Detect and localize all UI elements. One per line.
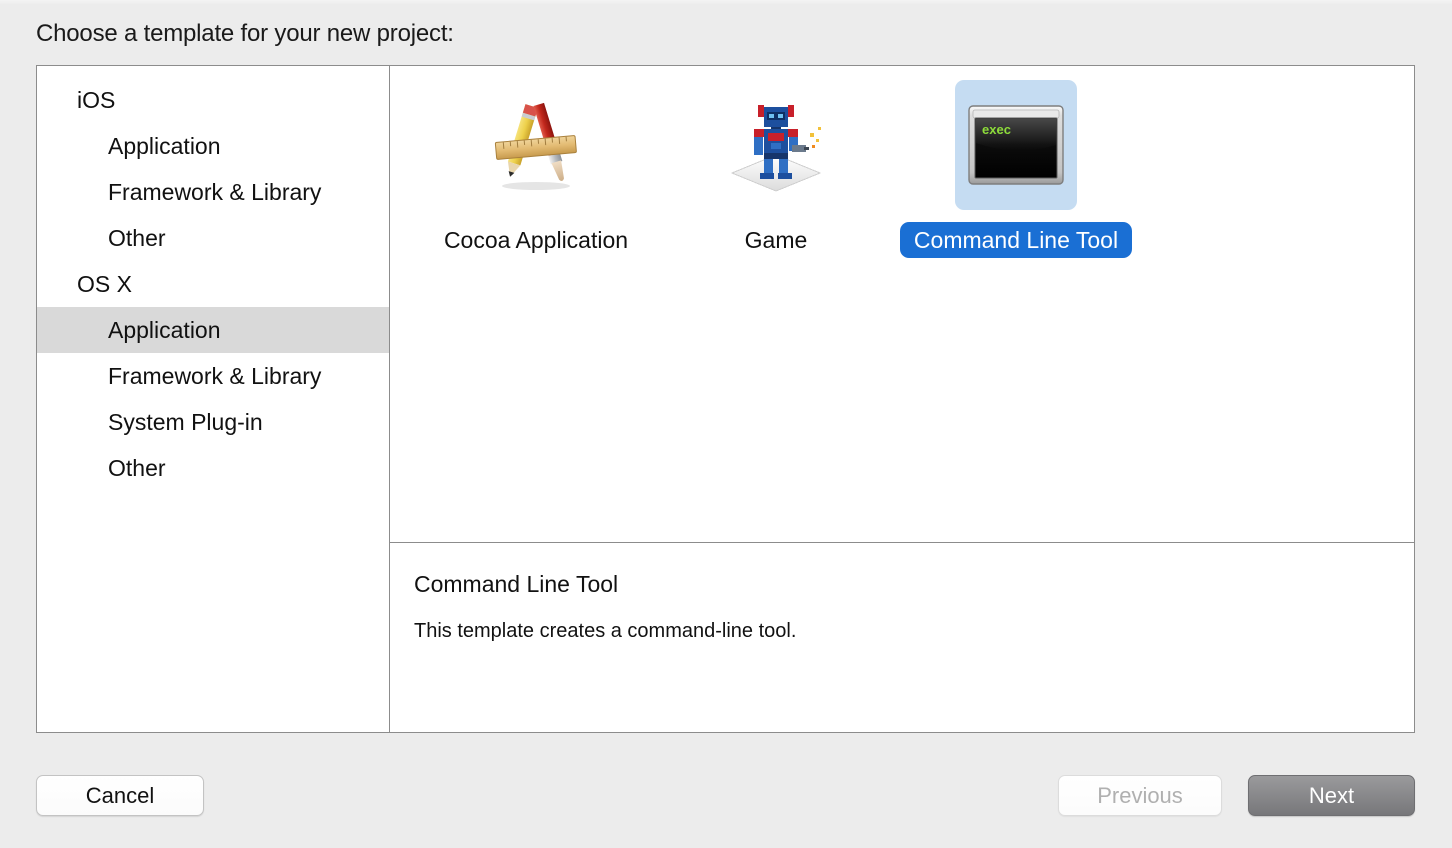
- previous-button[interactable]: Previous: [1058, 775, 1222, 816]
- sidebar-group-ios[interactable]: iOS: [37, 77, 389, 123]
- template-tile-label: Game: [744, 227, 808, 253]
- sidebar-item-ios-application[interactable]: Application: [37, 123, 389, 169]
- sidebar-item-ios-framework-library[interactable]: Framework & Library: [37, 169, 389, 215]
- template-grid: Cocoa Application Game exec Command Line…: [390, 66, 1414, 543]
- page-title: Choose a template for your new project:: [36, 20, 454, 47]
- sidebar-item-label: Framework & Library: [108, 363, 322, 389]
- sidebar-item-label: Framework & Library: [108, 179, 322, 205]
- description-title: Command Line Tool: [414, 571, 619, 597]
- cancel-button[interactable]: Cancel: [36, 775, 204, 816]
- window-top-strip: [0, 0, 1452, 4]
- template-icon-box: [715, 80, 837, 210]
- sidebar-item-label: Application: [108, 133, 221, 159]
- template-description-pane: Command Line Tool This template creates …: [390, 543, 1414, 732]
- sidebar-item-label: System Plug-in: [108, 409, 263, 435]
- sidebar-group-osx[interactable]: OS X: [37, 261, 389, 307]
- sidebar-item-label: iOS: [77, 87, 116, 113]
- sidebar-item-osx-framework-library[interactable]: Framework & Library: [37, 353, 389, 399]
- sidebar-item-osx-system-plug-in[interactable]: System Plug-in: [37, 399, 389, 445]
- terminal-exec-icon: exec: [968, 105, 1064, 185]
- template-icon-box: [475, 80, 597, 210]
- sidebar-item-label: Application: [108, 317, 221, 343]
- cocoa-application-icon: [484, 93, 588, 197]
- sidebar-item-osx-other[interactable]: Other: [37, 445, 389, 491]
- template-tile-label: Cocoa Application: [443, 227, 629, 253]
- template-tile-label: Command Line Tool: [899, 222, 1133, 258]
- next-button[interactable]: Next: [1248, 775, 1415, 816]
- terminal-screen-text: exec: [982, 122, 1011, 137]
- sidebar-item-label: Other: [108, 225, 166, 251]
- sidebar-item-label: OS X: [77, 271, 132, 297]
- template-icon-box: exec: [955, 80, 1077, 210]
- sidebar-item-label: Other: [108, 455, 166, 481]
- template-tile-game[interactable]: Game: [656, 80, 896, 258]
- description-body: This template creates a command-line too…: [414, 620, 797, 642]
- template-chooser-panel: iOS Application Framework & Library Othe…: [36, 65, 1415, 733]
- template-tile-command-line-tool[interactable]: exec Command Line Tool: [896, 80, 1136, 258]
- template-tile-cocoa-application[interactable]: Cocoa Application: [416, 80, 656, 258]
- platform-sidebar[interactable]: iOS Application Framework & Library Othe…: [37, 66, 390, 732]
- sidebar-item-osx-application[interactable]: Application: [37, 307, 389, 353]
- sidebar-item-ios-other[interactable]: Other: [37, 215, 389, 261]
- game-robot-icon: [724, 93, 828, 197]
